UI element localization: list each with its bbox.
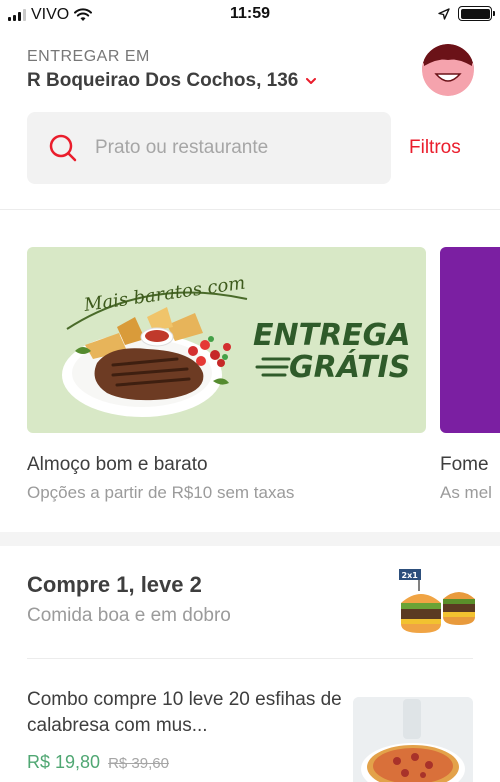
item-price: R$ 19,80 [27, 752, 101, 772]
avatar[interactable] [422, 44, 474, 96]
item-photo[interactable] [353, 697, 473, 782]
promo-title: Almoço bom e barato [27, 454, 208, 475]
search-placeholder: Prato ou restaurante [95, 137, 269, 158]
location-arrow-icon [438, 7, 450, 20]
filters-button[interactable]: Filtros [409, 137, 461, 159]
banner-headline-1: ENTREGA [253, 318, 411, 353]
divider [27, 658, 473, 659]
chevron-down-icon [306, 77, 317, 84]
section-title: Compre 1, leve 2 [27, 572, 202, 597]
section-separator [0, 532, 500, 546]
smiley-avatar-icon [422, 44, 474, 96]
address-selector[interactable]: R Boqueirao Dos Cochos, 136 [27, 70, 317, 92]
item-price-row: R$ 19,80 R$ 39,60 [27, 752, 169, 773]
section-subtitle: Comida boa e em dobro [27, 605, 231, 626]
status-bar: VIVO 11:59 [0, 0, 500, 30]
item-name[interactable]: Combo compre 10 leve 20 esfihas de calab… [27, 687, 347, 739]
promo-title-next: Fome [440, 454, 489, 475]
promo-banner-next[interactable] [440, 247, 500, 433]
pizza-image [353, 697, 473, 782]
promo-subtitle-next: As mel [440, 483, 492, 502]
address-text: R Boqueirao Dos Cochos, 136 [27, 70, 299, 91]
search-input[interactable]: Prato ou restaurante [27, 112, 391, 184]
promo-subtitle: Opções a partir de R$10 sem taxas [27, 483, 295, 502]
burger-illustration: 2x1 [399, 569, 475, 633]
search-icon [49, 134, 77, 162]
status-right [438, 6, 495, 21]
divider [0, 209, 500, 210]
item-old-price: R$ 39,60 [108, 755, 169, 772]
badge-2x1: 2x1 [402, 571, 419, 580]
promo-banner-free-delivery[interactable]: Mais baratos com ENTREGA GRÁTIS [27, 247, 426, 433]
steak-plate-illustration: Mais baratos com ENTREGA GRÁTIS [62, 273, 411, 417]
delivery-label: ENTREGAR EM [27, 48, 150, 65]
battery-icon [458, 6, 495, 21]
banner-headline-2: GRÁTIS [289, 349, 410, 385]
clock: 11:59 [229, 5, 271, 22]
